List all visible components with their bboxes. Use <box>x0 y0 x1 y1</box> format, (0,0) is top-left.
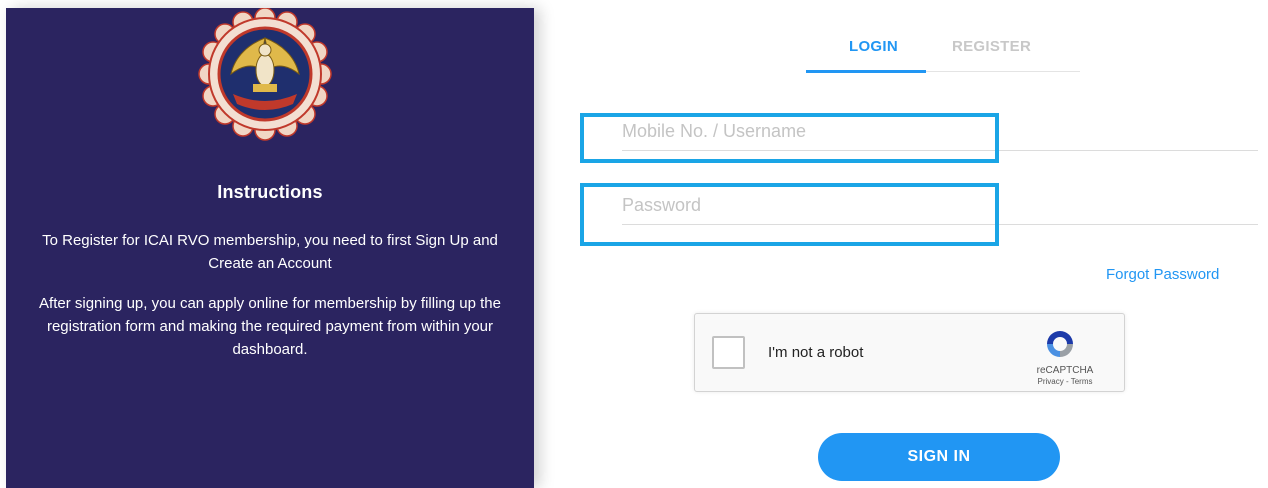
recaptcha-label: I'm not a robot <box>768 344 864 361</box>
sign-in-button[interactable]: SIGN IN <box>818 433 1060 481</box>
tab-register[interactable]: REGISTER <box>952 38 1031 55</box>
instructions-text-apply: After signing up, you can apply online f… <box>39 295 501 358</box>
icai-logo <box>198 8 332 141</box>
forgot-password-link[interactable]: Forgot Password <box>1106 266 1219 283</box>
recaptcha-icon <box>1047 331 1073 357</box>
login-page: Instructions To Register for ICAI RVO me… <box>0 0 1268 488</box>
username-input[interactable] <box>622 113 1258 150</box>
recaptcha-widget: I'm not a robot reCAPTCHA Privacy - Term… <box>694 313 1125 392</box>
recaptcha-checkbox[interactable] <box>712 336 745 369</box>
username-field[interactable] <box>622 113 1258 151</box>
tab-login[interactable]: LOGIN <box>849 38 898 55</box>
instructions-title: Instructions <box>217 182 323 202</box>
auth-tabs: LOGIN REGISTER <box>806 30 1080 73</box>
instructions-panel: Instructions To Register for ICAI RVO me… <box>6 8 534 488</box>
recaptcha-brand: reCAPTCHA <box>1036 365 1094 376</box>
password-input[interactable] <box>622 187 1258 224</box>
active-tab-indicator <box>806 70 926 73</box>
password-field[interactable] <box>622 187 1258 225</box>
recaptcha-privacy-terms[interactable]: Privacy - Terms <box>1025 377 1105 386</box>
instructions-text-signup: To Register for ICAI RVO membership, you… <box>42 232 498 272</box>
